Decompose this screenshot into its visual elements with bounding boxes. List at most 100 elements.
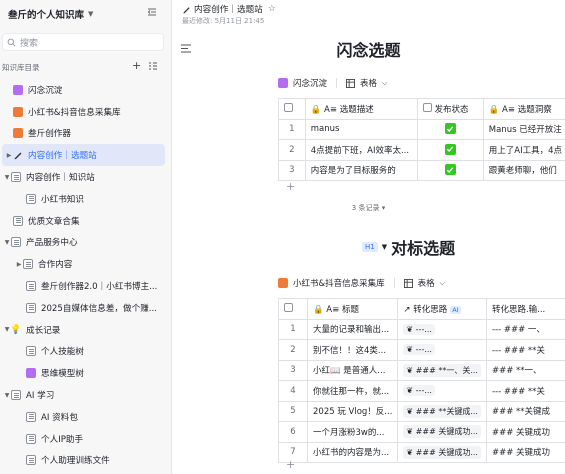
conversion-cell[interactable]: ❦ ### **一、关... [397, 359, 487, 381]
sidebar-item-cooperation[interactable]: ▶ 合作内容 [0, 253, 172, 275]
sidebar-item-growth[interactable]: ▼ 💡 成长记录 [0, 319, 172, 341]
star-icon[interactable]: ☆ [268, 4, 276, 14]
conversion-cell[interactable]: ❦ ---... [397, 339, 487, 361]
outline-menu-icon[interactable] [148, 61, 158, 71]
conversion-cell[interactable]: ❦ ### 关键成功... [397, 441, 487, 463]
select-all-cell[interactable] [278, 298, 308, 320]
column-header[interactable]: ↗ 转化思路 AI [397, 298, 487, 320]
conversion-output-cell[interactable]: ### **关键成 [485, 400, 565, 422]
chevron-down-icon[interactable]: ⌵ [382, 79, 387, 88]
section2-table-name[interactable]: 小红书&抖音信息采集库 [293, 277, 385, 289]
column-header[interactable]: 🔒 A≡ 标题 [306, 298, 399, 320]
record-count[interactable]: 3 条记录 ▾ [172, 203, 565, 213]
chevron-right-icon[interactable]: ▶ [15, 261, 23, 268]
publish-status-cell[interactable] [416, 159, 484, 181]
collapse-sidebar-icon[interactable] [146, 6, 158, 18]
heading-level-tag[interactable]: H1 [362, 242, 378, 252]
publish-status-cell[interactable] [416, 118, 484, 140]
conversion-output-cell[interactable]: --- ### 一、 [485, 318, 565, 340]
chevron-down-icon[interactable]: ▼ [3, 174, 11, 181]
column-header[interactable]: 🔒 A≡ 选题洞察 [482, 98, 565, 120]
table-row[interactable]: 3 内容是为了目标服务的 跟黄老师聊，他们 [278, 159, 565, 181]
caret-down-icon[interactable]: ▼ [88, 10, 93, 18]
add-icon[interactable]: + [132, 60, 141, 72]
conversion-output-cell[interactable]: ### 关键成功 [485, 421, 565, 443]
checkmark-icon[interactable] [444, 164, 456, 175]
title-cell[interactable]: 你就往那一杵，就... [306, 380, 399, 402]
table-row[interactable]: 2 别不信！！这4类... ❦ ---... --- ### **关 [278, 339, 565, 361]
title-cell[interactable]: 小红书的内容是为... [306, 441, 399, 463]
topic-insight-cell[interactable]: 用上了AI工具，4点 [482, 139, 565, 161]
column-header[interactable]: 🔒 A≡ 选题描述 [304, 98, 418, 120]
sidebar-item-ai-pack[interactable]: AI 资料包 [0, 406, 172, 428]
title-cell[interactable]: 一个月涨粉3w的... [306, 421, 399, 443]
ai-result-chip[interactable]: ❦ ### **关键成... [403, 404, 481, 418]
title-cell[interactable]: 大量的记录和输出... [306, 318, 399, 340]
sidebar-item-knowledge-station[interactable]: ▼ 内容创作｜知识站 [0, 166, 172, 188]
conversion-output-cell[interactable]: --- ### **关 [485, 339, 565, 361]
breadcrumb-title[interactable]: 内容创作｜选题站 [194, 3, 263, 15]
sidebar-item-creator[interactable]: 叁斤创作器 [0, 123, 172, 145]
sidebar-item-articles[interactable]: 优质文章合集 [0, 210, 172, 232]
chevron-down-icon[interactable]: ⌵ [440, 279, 445, 288]
conversion-output-cell[interactable]: ### 关键成功 [485, 441, 565, 463]
add-row-button[interactable]: + [286, 180, 295, 193]
sidebar-item-products[interactable]: ▼ 产品服务中心 [0, 232, 172, 254]
caret-down-icon[interactable]: ▼ [382, 243, 387, 251]
ai-result-chip[interactable]: ❦ ---... [403, 385, 435, 397]
topic-insight-cell[interactable]: Manus 已经开放注 [482, 118, 565, 140]
table-row[interactable]: 3 小红📖 是普通人... ❦ ### **一、关... ### **一、 [278, 359, 565, 381]
table-row[interactable]: 1 manus Manus 已经开放注 [278, 118, 565, 140]
conversion-output-cell[interactable]: --- ### **关 [485, 380, 565, 402]
search-input[interactable]: 搜索 [2, 33, 164, 51]
sidebar-item-ip-assistant[interactable]: 个人IP助手 [0, 428, 172, 450]
conversion-cell[interactable]: ❦ ---... [397, 318, 487, 340]
table-row[interactable]: 2 4点提前下班，AI效率太... 用上了AI工具，4点 [278, 139, 565, 161]
sidebar-item-2025[interactable]: 2025自媒体信息差，做个赚... [0, 297, 172, 319]
table-row[interactable]: 1 大量的记录和输出... ❦ ---... --- ### 一、 [278, 318, 565, 340]
topic-desc-cell[interactable]: 内容是为了目标服务的 [304, 159, 418, 181]
column-header[interactable]: 转化思路.输... [485, 298, 565, 320]
ai-result-chip[interactable]: ❦ ---... [403, 344, 435, 356]
ai-result-chip[interactable]: ❦ ### 关键成功... [403, 425, 481, 439]
column-header[interactable]: 发布状态 [416, 98, 484, 120]
conversion-cell[interactable]: ❦ ---... [397, 380, 487, 402]
conversion-output-cell[interactable]: ### **一、 [485, 359, 565, 381]
sidebar-item-assistant-training[interactable]: 个人助理训练文件 [0, 450, 172, 472]
table-row[interactable]: 7 小红书的内容是为... ❦ ### 关键成功... ### 关键成功 [278, 441, 565, 463]
title-cell[interactable]: 别不信！！这4类... [306, 339, 399, 361]
ai-result-chip[interactable]: ❦ ### 关键成功... [403, 445, 481, 459]
ai-result-chip[interactable]: ❦ ### **一、关... [403, 363, 481, 377]
conversion-cell[interactable]: ❦ ### 关键成功... [397, 421, 487, 443]
checkmark-icon[interactable] [444, 143, 456, 155]
topic-desc-cell[interactable]: 4点提前下班，AI效率太... [304, 139, 418, 161]
checkbox[interactable] [284, 102, 293, 112]
topic-insight-cell[interactable]: 跟黄老师聊，他们 [482, 159, 565, 181]
sidebar-item-xhs-knowledge[interactable]: 小红书知识 [0, 188, 172, 210]
title-cell[interactable]: 2025 玩 Vlog！反... [306, 400, 399, 422]
workspace-title[interactable]: 叁斤的个人知识库 ▼ [8, 7, 93, 21]
sidebar-item-skill-tree[interactable]: 个人技能树 [0, 341, 172, 363]
sidebar-item-mental-models[interactable]: 思维模型树 [0, 362, 172, 384]
sidebar-item-topic-station[interactable]: ▶ 内容创作｜选题站 [2, 144, 165, 167]
checkmark-icon[interactable] [444, 123, 456, 134]
section1-view-label[interactable]: 表格 [360, 77, 377, 89]
table-row[interactable]: 5 2025 玩 Vlog！反... ❦ ### **关键成... ### **… [278, 400, 565, 422]
table-row[interactable]: 4 你就往那一杵，就... ❦ ---... --- ### **关 [278, 380, 565, 402]
sidebar-item-creator2[interactable]: 叁斤创作器2.0｜小红书博主... [0, 275, 172, 297]
select-all-cell[interactable] [278, 98, 306, 120]
add-row-button[interactable]: + [286, 458, 295, 471]
sidebar-item-shannian[interactable]: 闪念沉淀 [0, 79, 172, 101]
ai-result-chip[interactable]: ❦ ---... [403, 323, 435, 335]
section1-table-name[interactable]: 闪念沉淀 [293, 77, 327, 89]
sidebar-item-xhs-library[interactable]: 小红书&抖音信息采集库 [0, 101, 172, 123]
section2-view-label[interactable]: 表格 [418, 277, 435, 289]
chevron-right-icon[interactable]: ▶ [5, 152, 13, 159]
chevron-down-icon[interactable]: ▼ [3, 392, 11, 399]
conversion-cell[interactable]: ❦ ### **关键成... [397, 400, 487, 422]
topic-desc-cell[interactable]: manus [304, 118, 418, 140]
table-row[interactable]: 6 一个月涨粉3w的... ❦ ### 关键成功... ### 关键成功 [278, 421, 565, 443]
publish-status-cell[interactable] [416, 139, 484, 161]
title-cell[interactable]: 小红📖 是普通人... [306, 359, 399, 381]
sidebar-item-ai-learning[interactable]: ▼ AI 学习 [0, 384, 172, 406]
